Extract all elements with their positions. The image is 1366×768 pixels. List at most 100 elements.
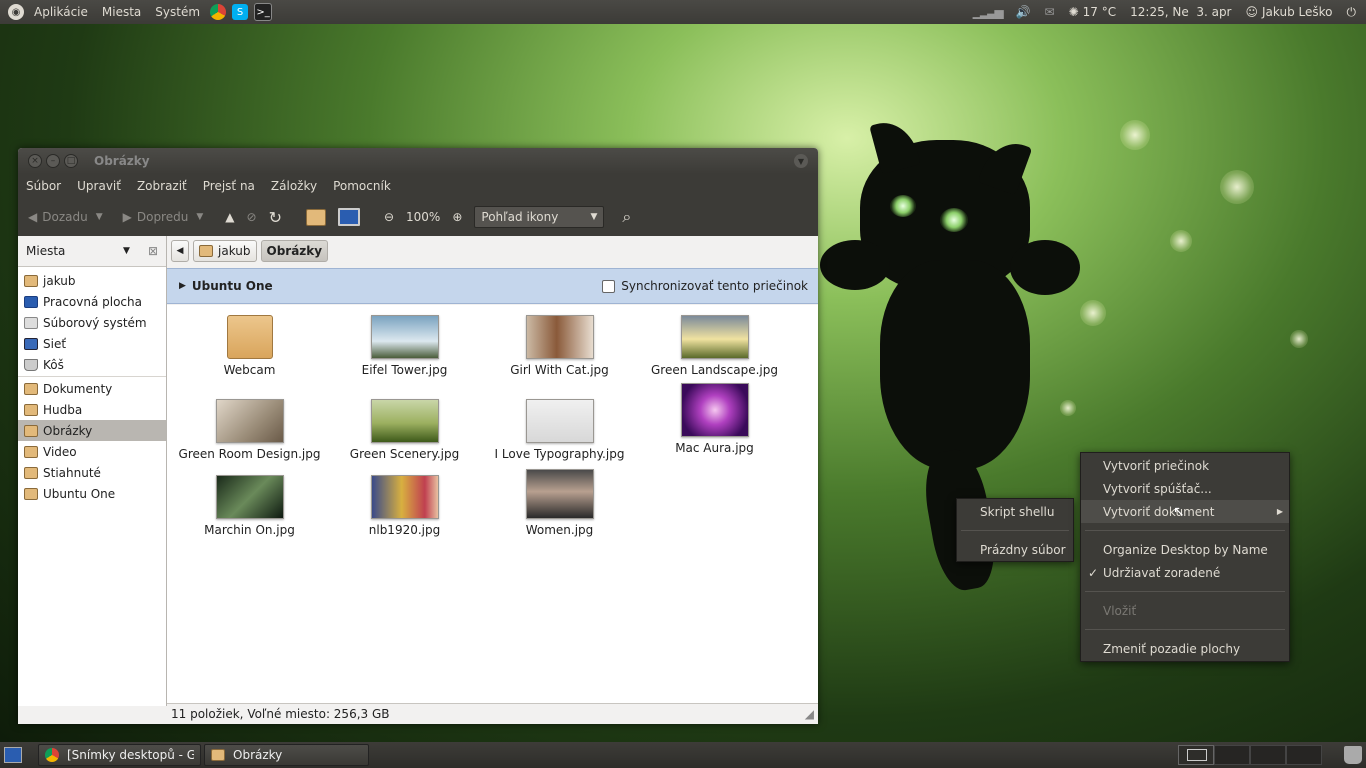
menu-view[interactable]: Zobraziť xyxy=(137,179,187,193)
ubuntu-one-label[interactable]: Ubuntu One xyxy=(192,279,273,293)
sidebar-item-label: Súborový systém xyxy=(43,315,147,330)
sync-label[interactable]: Synchronizovať tento priečinok xyxy=(621,279,808,293)
skype-icon[interactable]: S xyxy=(232,4,249,20)
file-name: Webcam xyxy=(223,363,276,377)
taskbar-item-file-manager[interactable]: Obrázky xyxy=(204,744,369,766)
workspace-3[interactable] xyxy=(1250,745,1286,765)
sidebar-dropdown-icon[interactable]: ▼ xyxy=(123,246,130,256)
desktop-icon xyxy=(24,295,38,308)
computer-icon[interactable] xyxy=(337,208,360,226)
workspace-2[interactable] xyxy=(1214,745,1250,765)
applications-menu[interactable]: Aplikácie xyxy=(34,5,88,19)
chevron-down-icon: ▼ xyxy=(590,212,598,222)
image-thumbnail xyxy=(215,399,284,443)
file-item[interactable]: Green Landscape.jpg xyxy=(637,315,792,377)
breadcrumb-item-current[interactable]: Obrázky xyxy=(260,240,329,262)
menu-bookmarks[interactable]: Záložky xyxy=(271,179,317,193)
maximize-icon[interactable]: □ xyxy=(64,154,78,168)
clock[interactable]: 12:25, Ne 3. apr xyxy=(1130,5,1231,19)
menu-edit[interactable]: Upraviť xyxy=(77,179,121,193)
file-item[interactable]: Marchin On.jpg xyxy=(172,475,327,537)
terminal-icon[interactable]: >_ xyxy=(254,3,273,21)
submenu-item-empty-file[interactable]: Prázdny súbor xyxy=(957,538,1073,561)
resize-grip-icon[interactable]: ◢ xyxy=(805,707,814,721)
window-titlebar[interactable]: × – □ Obrázky ▼ xyxy=(18,148,818,174)
submenu-item-shell-script[interactable]: Skript shellu xyxy=(957,500,1073,523)
close-icon[interactable]: × xyxy=(28,154,42,168)
system-menu[interactable]: Systém xyxy=(155,5,200,19)
menu-item-organize-by-name[interactable]: Organize Desktop by Name xyxy=(1081,538,1289,561)
breadcrumb-item-home[interactable]: jakub xyxy=(193,240,257,262)
sidebar-item-network[interactable]: Sieť xyxy=(18,333,166,354)
file-item[interactable]: Girl With Cat.jpg xyxy=(482,315,637,377)
menu-item-create-document[interactable]: Vytvoriť dokument ▶ ↖ xyxy=(1081,500,1289,523)
sidebar-item-videos[interactable]: Video xyxy=(18,441,166,462)
power-icon[interactable]: ⏻ xyxy=(1347,5,1357,20)
home-folder-icon[interactable] xyxy=(305,208,326,226)
image-thumbnail xyxy=(370,399,439,443)
menu-file[interactable]: Súbor xyxy=(26,179,61,193)
sidebar-item-trash[interactable]: Kôš xyxy=(18,354,166,375)
minimize-icon[interactable]: – xyxy=(46,154,60,168)
back-dropdown-icon[interactable]: ▼ xyxy=(96,212,103,222)
weather-icon[interactable]: ✺ xyxy=(1069,5,1079,19)
window-menu-icon[interactable]: ▼ xyxy=(794,154,808,168)
breadcrumb-back-button[interactable]: ◀ xyxy=(171,240,189,262)
mail-icon[interactable]: ✉ xyxy=(1045,5,1055,19)
sidebar-item-filesystem[interactable]: Súborový systém xyxy=(18,312,166,333)
sidebar-item-downloads[interactable]: Stiahnuté xyxy=(18,462,166,483)
forward-button[interactable]: ▶ Dopredu ▼ xyxy=(123,210,204,224)
back-button[interactable]: ◀ Dozadu ▼ xyxy=(28,210,103,224)
reload-icon[interactable]: ↻ xyxy=(269,208,282,227)
up-arrow-icon[interactable]: ▲ xyxy=(225,210,234,224)
chrome-icon[interactable] xyxy=(210,4,227,20)
workspace-4[interactable] xyxy=(1286,745,1322,765)
file-item[interactable]: I Love Typography.jpg xyxy=(482,399,637,461)
sync-checkbox[interactable] xyxy=(602,279,616,293)
file-item[interactable]: Women.jpg xyxy=(482,469,637,537)
file-item[interactable]: Eifel Tower.jpg xyxy=(327,315,482,377)
show-desktop-icon[interactable] xyxy=(4,747,22,763)
user-icon[interactable]: ☺ xyxy=(1246,5,1259,19)
sidebar-close-icon[interactable]: ⊠ xyxy=(148,244,158,258)
sidebar-item-desktop[interactable]: Pracovná plocha xyxy=(18,291,166,312)
expander-arrow-icon[interactable]: ▶ xyxy=(179,281,186,291)
view-mode-select[interactable]: Pohľad ikony ▼ xyxy=(474,206,605,228)
user-name[interactable]: Jakub Leško xyxy=(1262,5,1332,19)
menu-item-create-folder[interactable]: Vytvoriť priečinok xyxy=(1081,454,1289,477)
sidebar-item-home[interactable]: jakub xyxy=(18,270,166,291)
music-folder-icon xyxy=(24,403,38,416)
zoom-out-icon[interactable]: ⊖ xyxy=(384,210,394,224)
bottom-panel: [Snímky desktopů - G... Obrázky xyxy=(0,742,1366,768)
forward-dropdown-icon[interactable]: ▼ xyxy=(196,212,203,222)
menu-item-create-launcher[interactable]: Vytvoriť spúšťač... xyxy=(1081,477,1289,500)
weather-temperature[interactable]: 17 °C xyxy=(1083,5,1116,19)
file-item[interactable]: Mac Aura.jpg xyxy=(637,383,792,455)
taskbar-item-chrome[interactable]: [Snímky desktopů - G... xyxy=(38,744,201,766)
stop-icon[interactable]: ⊘ xyxy=(247,210,257,224)
file-item[interactable]: Webcam xyxy=(172,315,327,377)
zoom-level[interactable]: 100% xyxy=(406,210,440,224)
network-signal-icon[interactable]: ▁▂▃▅ xyxy=(973,5,1004,19)
sidebar-item-music[interactable]: Hudba xyxy=(18,399,166,420)
places-menu[interactable]: Miesta xyxy=(102,5,141,19)
sidebar-item-documents[interactable]: Dokumenty xyxy=(18,378,166,399)
menu-item-change-background[interactable]: Zmeniť pozadie plochy xyxy=(1081,637,1289,660)
zoom-in-icon[interactable]: ⊕ xyxy=(452,210,462,224)
ubuntu-logo-icon[interactable]: ◉ xyxy=(8,4,24,20)
sidebar-item-pictures[interactable]: Obrázky xyxy=(18,420,166,441)
file-item[interactable]: Green Scenery.jpg xyxy=(327,399,482,461)
sidebar-title[interactable]: Miesta xyxy=(26,244,65,258)
file-item[interactable]: Green Room Design.jpg xyxy=(172,399,327,461)
trash-icon[interactable] xyxy=(1344,746,1362,764)
search-icon[interactable]: ⌕ xyxy=(622,207,631,227)
forward-label: Dopredu xyxy=(136,210,189,224)
menu-go[interactable]: Prejsť na xyxy=(203,179,255,193)
volume-icon[interactable]: 🔊 xyxy=(1016,5,1031,19)
workspace-switcher[interactable] xyxy=(1178,745,1322,765)
sidebar-item-ubuntu-one[interactable]: Ubuntu One xyxy=(18,483,166,504)
file-item[interactable]: nlb1920.jpg xyxy=(327,475,482,537)
menu-item-keep-aligned[interactable]: ✓ Udržiavať zoradené xyxy=(1081,561,1289,584)
menu-help[interactable]: Pomocník xyxy=(333,179,391,193)
workspace-1[interactable] xyxy=(1178,745,1214,765)
